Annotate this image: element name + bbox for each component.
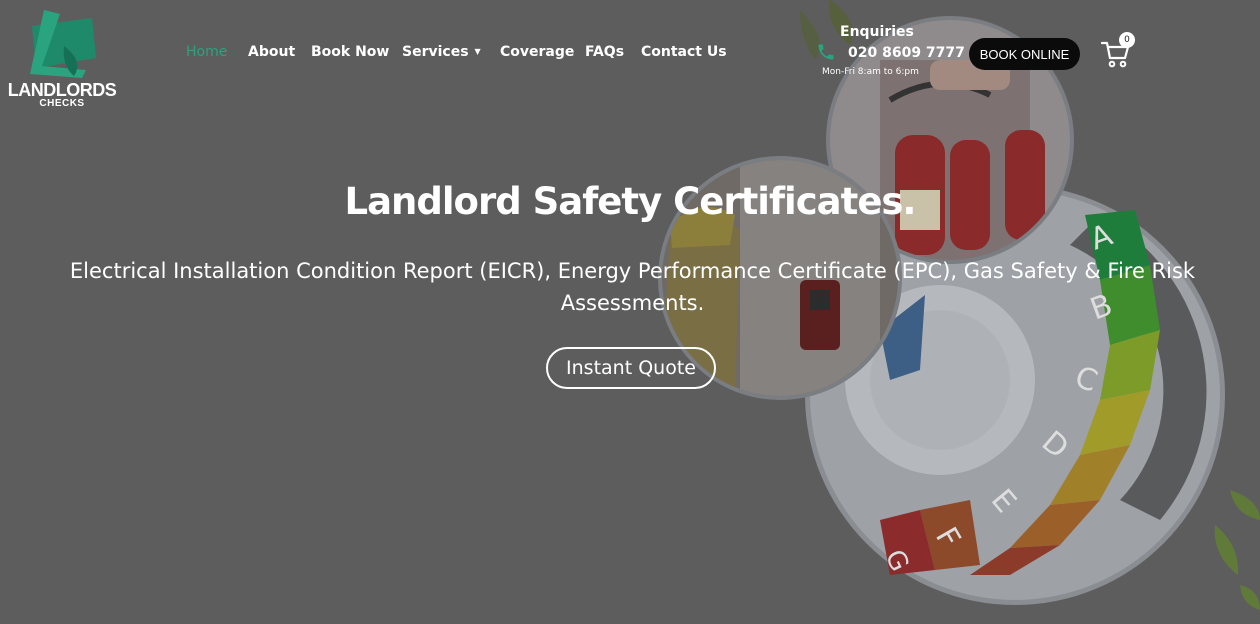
nav-about[interactable]: About (248, 44, 295, 60)
nav-services-label: Services (402, 44, 469, 60)
chevron-down-icon: ▼ (474, 47, 481, 56)
book-online-button[interactable]: BOOK ONLINE (969, 38, 1080, 70)
nav-faqs[interactable]: FAQs (585, 44, 624, 60)
phone-number[interactable]: 020 8609 7777 (848, 45, 965, 61)
enquiries-label: Enquiries (840, 24, 914, 40)
phone-icon[interactable] (816, 42, 836, 62)
nav-coverage[interactable]: Coverage (500, 44, 574, 60)
logo-mark-icon (30, 10, 96, 78)
nav-book-now[interactable]: Book Now (311, 44, 389, 60)
hero-subtitle: Electrical Installation Condition Report… (69, 259, 1196, 315)
logo[interactable]: LANDLORDS CHECKS (4, 6, 120, 109)
opening-hours: Mon-Fri 8:am to 6:pm (822, 67, 919, 77)
cart-count-badge: 0 (1119, 32, 1135, 48)
nav-home[interactable]: Home (186, 44, 227, 60)
nav-services[interactable]: Services ▼ (402, 44, 481, 60)
hero-title: Landlord Safety Certificates. (344, 180, 917, 223)
logo-subtext: CHECKS (39, 98, 85, 109)
nav-contact-us[interactable]: Contact Us (641, 44, 727, 60)
instant-quote-button[interactable]: Instant Quote (546, 347, 716, 389)
logo-wordmark: LANDLORDS (7, 80, 117, 100)
